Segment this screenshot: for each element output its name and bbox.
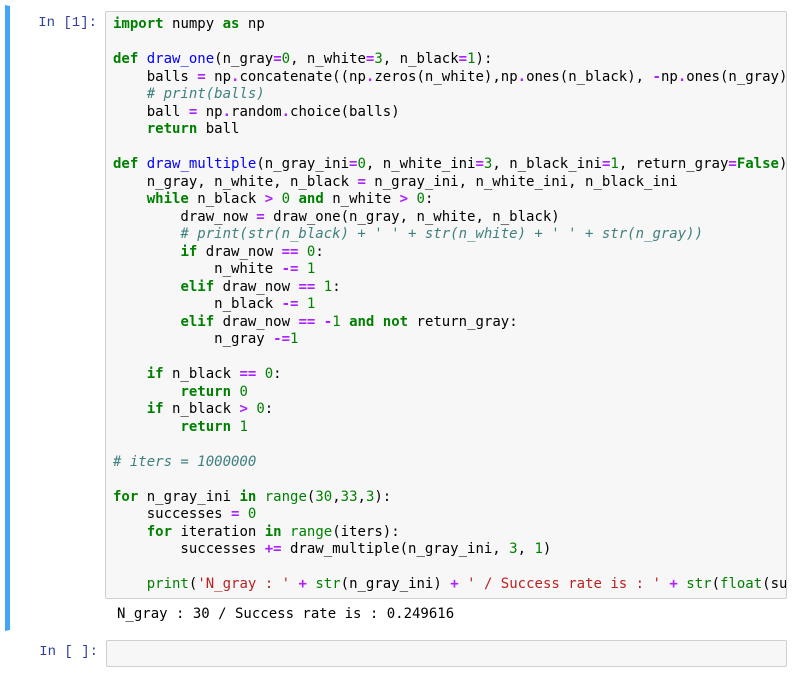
comment: # print(balls) [113, 86, 265, 102]
code-cell-2[interactable]: In [ ]: [5, 634, 788, 674]
comment: # print(str(n_black) + ' ' + str(n_white… [113, 226, 703, 242]
input-prompt: In [1]: [10, 11, 105, 625]
comment: # iters = 1000000 [113, 454, 256, 470]
cell-output: N_gray : 30 / Success rate is : 0.249616 [117, 601, 454, 625]
code-input[interactable]: import numpy as np def draw_one(n_gray=0… [105, 11, 787, 599]
code-input[interactable] [106, 640, 787, 668]
function-name: draw_multiple [147, 156, 257, 172]
keyword: import [113, 16, 164, 32]
keyword: as [223, 16, 240, 32]
output-prompt [105, 599, 117, 625]
cell-body: import numpy as np def draw_one(n_gray=0… [105, 11, 787, 625]
code-cell-1[interactable]: In [1]: import numpy as np def draw_one(… [5, 5, 788, 631]
cell-body [106, 640, 787, 668]
function-name: draw_one [147, 51, 214, 67]
input-prompt: In [ ]: [11, 640, 106, 668]
keyword: def [113, 51, 138, 67]
